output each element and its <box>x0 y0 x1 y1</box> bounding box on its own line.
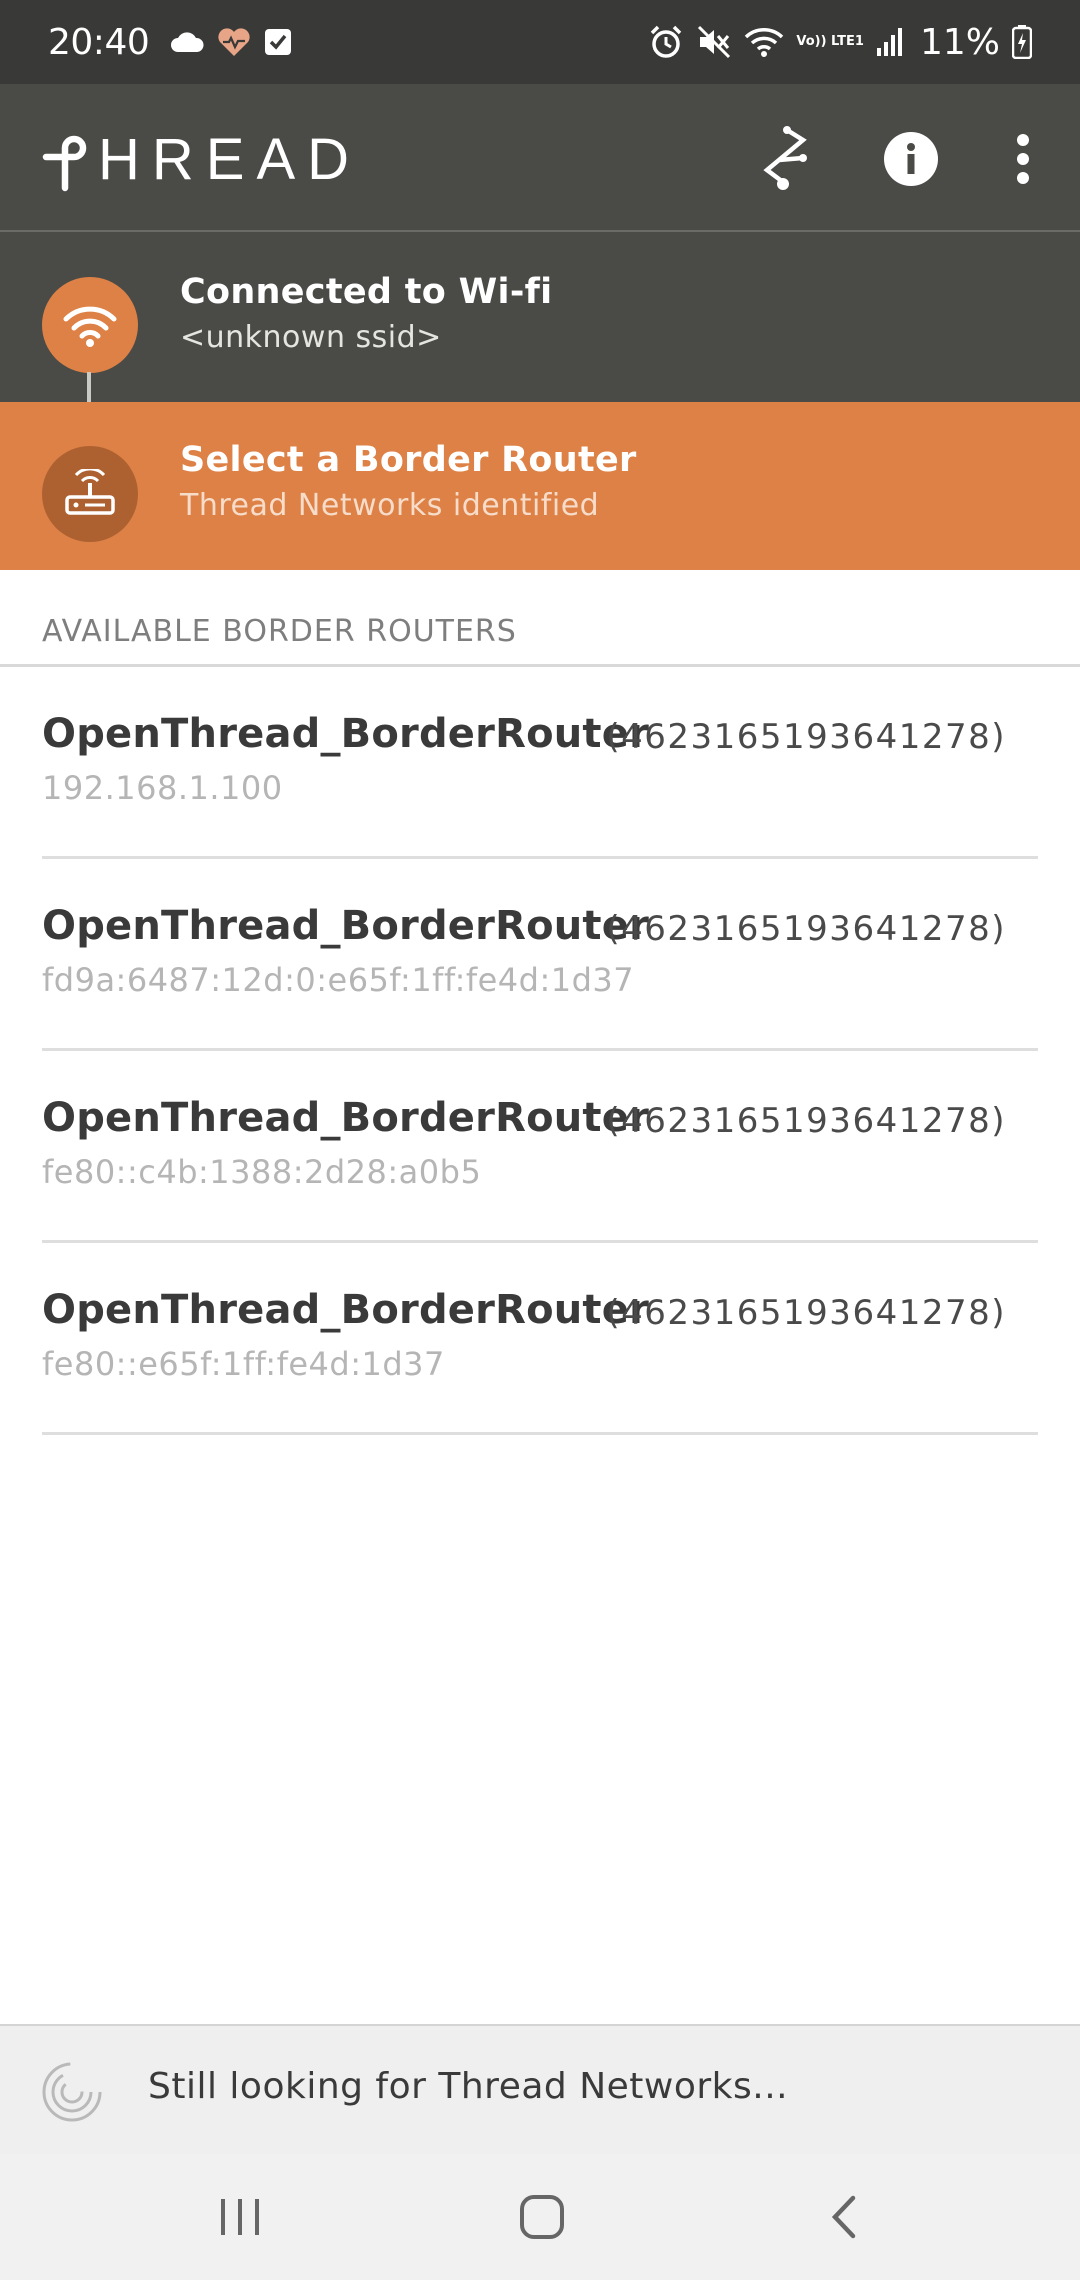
heart-icon <box>217 24 251 60</box>
wifi-title: Connected to Wi-fi <box>180 272 553 312</box>
thread-network-icon <box>763 126 807 190</box>
system-nav-bar <box>0 2154 1080 2280</box>
router-step-title: Select a Border Router <box>180 440 637 480</box>
back-icon <box>831 2195 856 2239</box>
more-vert-icon <box>1017 134 1029 184</box>
thread-network-button[interactable] <box>750 124 820 194</box>
app-bar: HREAD <box>0 84 1080 232</box>
status-time: 20:40 <box>48 21 150 63</box>
battery-charging-icon <box>1012 24 1032 60</box>
cloud-icon <box>169 24 205 60</box>
volte-icon: Vo)) LTE1 <box>796 34 864 49</box>
border-router-list: OpenThread_BorderRouter (462316519364127… <box>42 667 1038 1435</box>
router-address: 192.168.1.100 <box>42 769 283 807</box>
recents-icon <box>221 2199 259 2235</box>
wifi-icon <box>63 306 117 347</box>
router-icon <box>65 469 115 515</box>
router-name: OpenThread_BorderRouter <box>42 1287 650 1333</box>
home-button[interactable] <box>502 2182 582 2252</box>
wifi-step-circle <box>42 277 138 373</box>
router-step-circle <box>42 446 138 542</box>
battery-percent: 11% <box>919 21 1000 63</box>
scanning-footer: Still looking for Thread Networks... <box>0 2024 1080 2154</box>
router-id: (4623165193641278) <box>606 909 1006 949</box>
router-name: OpenThread_BorderRouter <box>42 711 650 757</box>
border-router-item[interactable]: OpenThread_BorderRouter (462316519364127… <box>42 667 1038 859</box>
logo-text: HREAD <box>98 127 362 192</box>
thread-logo-icon <box>42 135 87 191</box>
wifi-status-card: Connected to Wi-fi <unknown ssid> <box>0 232 1080 402</box>
thread-logo: HREAD <box>40 126 361 193</box>
router-id: (4623165193641278) <box>606 1293 1006 1333</box>
scanning-spinner-icon <box>42 2062 102 2122</box>
mute-icon <box>696 24 732 60</box>
border-router-item[interactable]: OpenThread_BorderRouter (462316519364127… <box>42 1243 1038 1435</box>
router-name: OpenThread_BorderRouter <box>42 903 650 949</box>
status-bar: 20:40 Vo)) LTE1 11% <box>0 0 1080 84</box>
border-router-item[interactable]: OpenThread_BorderRouter (462316519364127… <box>42 859 1038 1051</box>
router-address: fd9a:6487:12d:0:e65f:1ff:fe4d:1d37 <box>42 961 635 999</box>
router-address: fe80::e65f:1ff:fe4d:1d37 <box>42 1345 445 1383</box>
wifi-ssid: <unknown ssid> <box>180 320 442 355</box>
border-router-step-card: Select a Border Router Thread Networks i… <box>0 402 1080 570</box>
router-name: OpenThread_BorderRouter <box>42 1095 650 1141</box>
router-id: (4623165193641278) <box>606 1101 1006 1141</box>
signal-icon <box>876 24 904 60</box>
alarm-icon <box>648 24 684 60</box>
checkbox-icon <box>263 24 293 60</box>
router-step-subtitle: Thread Networks identified <box>180 488 600 523</box>
step-connector <box>87 372 91 402</box>
more-options-button[interactable] <box>988 124 1058 194</box>
wifi-icon <box>744 24 784 60</box>
router-address: fe80::c4b:1388:2d28:a0b5 <box>42 1153 482 1191</box>
back-button[interactable] <box>804 2182 884 2252</box>
home-icon <box>520 2195 564 2239</box>
scanning-status-text: Still looking for Thread Networks... <box>148 2066 789 2107</box>
info-icon <box>884 132 938 186</box>
recents-button[interactable] <box>200 2182 280 2252</box>
section-header: AVAILABLE BORDER ROUTERS <box>42 614 517 649</box>
info-button[interactable] <box>876 124 946 194</box>
border-router-item[interactable]: OpenThread_BorderRouter (462316519364127… <box>42 1051 1038 1243</box>
router-id: (4623165193641278) <box>606 717 1006 757</box>
